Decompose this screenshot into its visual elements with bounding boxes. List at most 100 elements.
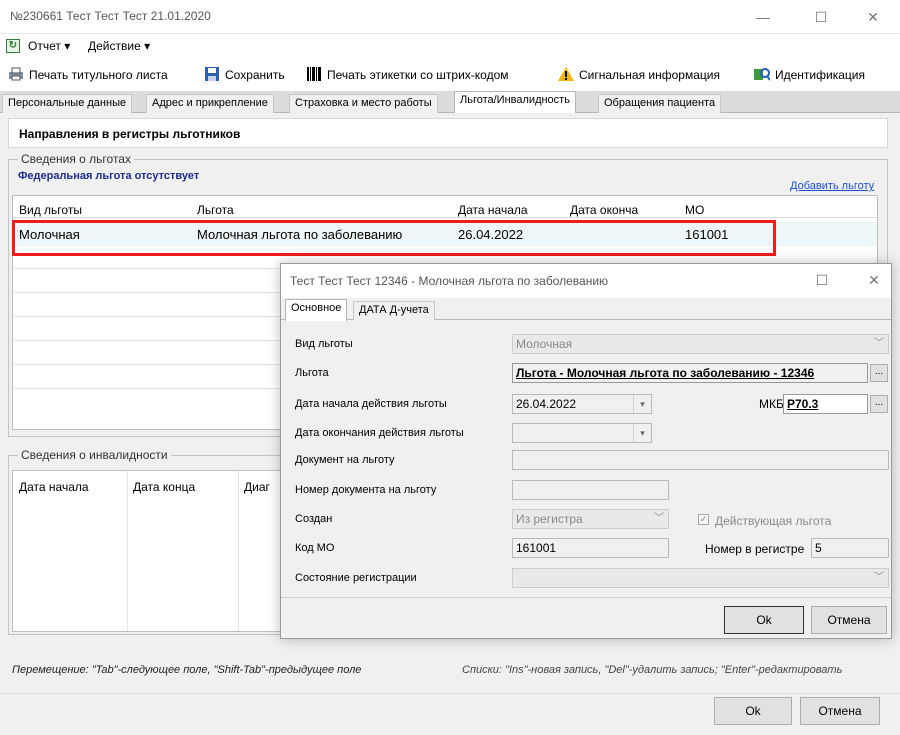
- chevron-down-icon: ﹀: [654, 513, 664, 524]
- refresh-icon[interactable]: ↻: [6, 39, 20, 53]
- signal-info-label: Сигнальная информация: [579, 68, 720, 82]
- reg-number-value: 5: [815, 541, 822, 555]
- chevron-down-icon: ﹀: [874, 572, 884, 583]
- warning-icon: [558, 67, 574, 81]
- reg-state-select[interactable]: ﹀: [512, 568, 889, 588]
- benefits-group-label: Сведения о льготах: [18, 152, 134, 166]
- created-select[interactable]: Из регистра ﹀: [512, 509, 669, 529]
- mkb-browse-button[interactable]: ...: [870, 395, 888, 413]
- mkb-field[interactable]: P70.3: [783, 394, 868, 414]
- start-date-field[interactable]: 26.04.2022 ▾: [512, 394, 652, 414]
- mo-code-value: 161001: [516, 541, 557, 555]
- end-date-field[interactable]: ▾: [512, 423, 652, 443]
- dialog-tab-strip: Основное ДАТА Д-учета: [281, 298, 891, 321]
- column-header[interactable]: Диаг: [244, 480, 270, 494]
- identification-button[interactable]: Идентификация: [754, 67, 865, 82]
- tab-address[interactable]: Адрес и прикрепление: [146, 94, 274, 113]
- disability-group-label: Сведения о инвалидности: [18, 448, 171, 462]
- print-title-button[interactable]: Печать титульного листа: [8, 67, 168, 82]
- menu-report[interactable]: Отчет ▾: [28, 39, 70, 53]
- doc-field[interactable]: [512, 450, 889, 470]
- printer-icon: [9, 67, 23, 81]
- kind-value: Молочная: [516, 337, 573, 351]
- label-reg-state: Состояние регистрации: [295, 572, 417, 584]
- dialog-title: Тест Тест Тест 12346 - Молочная льгота п…: [290, 274, 609, 288]
- mkb-value: P70.3: [787, 397, 819, 411]
- dialog-ok-button[interactable]: Ok: [724, 606, 804, 634]
- maximize-button[interactable]: ☐: [806, 6, 836, 28]
- floppy-disk-icon: [205, 67, 219, 81]
- section-header: Направления в регистры льготников: [8, 118, 888, 148]
- section-title: Направления в регистры льготников: [19, 127, 241, 141]
- column-header[interactable]: МО: [685, 203, 704, 217]
- barcode-icon: [307, 67, 321, 81]
- print-barcode-button[interactable]: Печать этикетки со штрих-кодом: [306, 67, 509, 82]
- signal-info-button[interactable]: Сигнальная информация: [558, 67, 720, 82]
- menu-action[interactable]: Действие ▾: [88, 39, 150, 53]
- benefit-dialog: Тест Тест Тест 12346 - Молочная льгота п…: [280, 263, 892, 639]
- identification-label: Идентификация: [775, 68, 865, 82]
- created-value: Из регистра: [516, 512, 583, 526]
- benefit-field[interactable]: Льгота - Молочная льгота по заболеванию …: [512, 363, 868, 383]
- dialog-cancel-button[interactable]: Отмена: [811, 606, 887, 634]
- minimize-button[interactable]: —: [748, 6, 778, 28]
- save-button[interactable]: Сохранить: [204, 67, 285, 82]
- status-navigation-hint: Перемещение: "Tab"-следующее поле, "Shif…: [12, 664, 362, 676]
- reg-number-field[interactable]: 5: [811, 538, 889, 558]
- label-end: Дата окончания действия льготы: [295, 427, 464, 439]
- label-active: Действующая льгота: [715, 514, 832, 528]
- tab-insurance[interactable]: Страховка и место работы: [289, 94, 438, 113]
- active-benefit-checkbox[interactable]: ✓: [698, 514, 709, 525]
- column-divider: [238, 471, 239, 631]
- tab-strip: Персональные данные Адрес и прикрепление…: [0, 91, 900, 114]
- benefit-value: Льгота - Молочная льгота по заболеванию …: [516, 366, 815, 380]
- print-title-label: Печать титульного листа: [29, 68, 168, 82]
- doc-number-field[interactable]: [512, 480, 669, 500]
- label-kind: Вид льготы: [295, 338, 353, 350]
- tab-benefits[interactable]: Льгота/Инвалидность: [454, 91, 576, 114]
- column-header[interactable]: Вид льготы: [19, 203, 82, 217]
- toolbar: Печать титульного листа Сохранить Печать…: [0, 62, 900, 88]
- status-list-hint: Списки: "Ins"-новая запись, "Del"-удалит…: [462, 664, 843, 676]
- label-created: Создан: [295, 513, 333, 525]
- column-header[interactable]: Льгота: [197, 203, 234, 217]
- tab-d-accounting[interactable]: ДАТА Д-учета: [353, 301, 435, 320]
- column-divider: [127, 471, 128, 631]
- label-mkb: МКБ: [759, 397, 784, 411]
- label-doc-number: Номер документа на льготу: [295, 484, 437, 496]
- chevron-down-icon: ﹀: [874, 338, 884, 349]
- window-title: №230661 Тест Тест Тест 21.01.2020: [10, 9, 211, 23]
- dialog-title-bar: Тест Тест Тест 12346 - Молочная льгота п…: [281, 264, 891, 298]
- identification-icon: [754, 68, 770, 81]
- ok-button[interactable]: Ok: [714, 697, 792, 725]
- kind-select[interactable]: Молочная ﹀: [512, 334, 889, 354]
- close-button[interactable]: ✕: [858, 6, 888, 28]
- print-barcode-label: Печать этикетки со штрих-кодом: [327, 68, 509, 82]
- column-header[interactable]: Дата начала: [19, 480, 89, 494]
- calendar-dropdown-icon[interactable]: ▾: [633, 424, 651, 442]
- start-date-value: 26.04.2022: [516, 397, 577, 411]
- benefits-table-header: Вид льготы Льгота Дата начала Дата оконч…: [13, 196, 877, 218]
- tab-appeals[interactable]: Обращения пациента: [598, 94, 722, 113]
- label-mo-code: Код МО: [295, 542, 335, 554]
- calendar-dropdown-icon[interactable]: ▾: [633, 395, 651, 413]
- cancel-button[interactable]: Отмена: [800, 697, 880, 725]
- tab-main[interactable]: Основное: [285, 299, 348, 321]
- tab-personal-data[interactable]: Персональные данные: [2, 94, 133, 113]
- column-header[interactable]: Дата начала: [458, 203, 528, 217]
- dialog-divider: [281, 597, 891, 598]
- label-reg-number: Номер в регистре: [705, 542, 805, 556]
- mo-code-field[interactable]: 161001: [512, 538, 669, 558]
- benefit-browse-button[interactable]: ...: [870, 364, 888, 382]
- dialog-close-button[interactable]: ✕: [859, 269, 889, 291]
- dialog-maximize-button[interactable]: ☐: [807, 269, 837, 291]
- save-label: Сохранить: [225, 68, 285, 82]
- window-title-bar: №230661 Тест Тест Тест 21.01.2020 — ☐ ✕: [0, 0, 900, 34]
- selection-highlight: [12, 220, 776, 256]
- column-header[interactable]: Дата оконча: [570, 203, 638, 217]
- add-benefit-link[interactable]: Добавить льготу: [790, 180, 874, 192]
- federal-status: Федеральная льгота отсутствует: [18, 170, 200, 182]
- label-start: Дата начала действия льготы: [295, 398, 447, 410]
- column-header[interactable]: Дата конца: [133, 480, 195, 494]
- label-doc: Документ на льготу: [295, 454, 395, 466]
